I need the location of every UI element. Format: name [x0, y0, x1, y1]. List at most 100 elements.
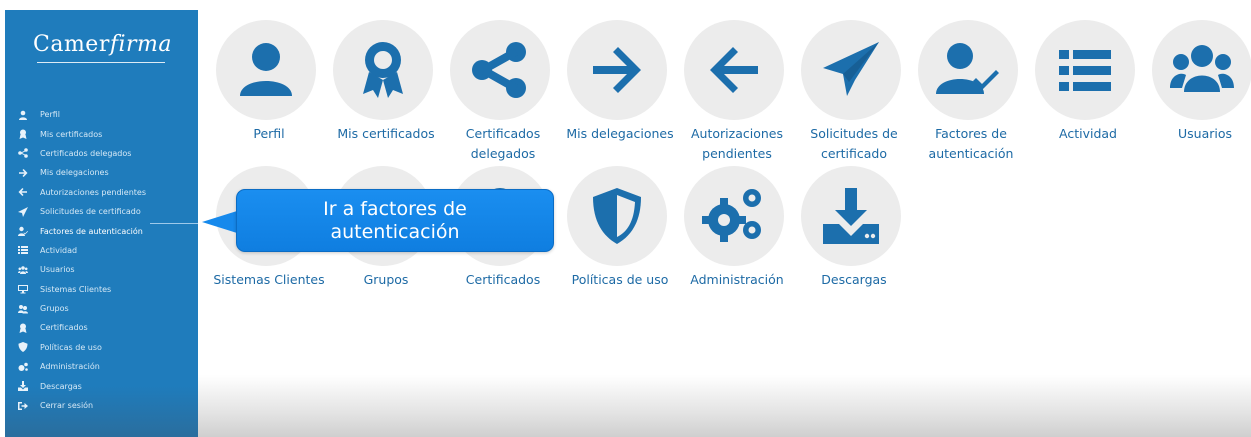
- tile-autorizaciones-pendientes[interactable]: Autorizaciones pendientes: [678, 20, 796, 161]
- desktop-icon: [17, 284, 29, 294]
- users-icon: [1170, 45, 1234, 92]
- tile-label-line1: Autorizaciones: [691, 126, 783, 141]
- sidebar-item-label: Políticas de uso: [40, 342, 102, 352]
- tile-solicitudes-certificado[interactable]: Solicitudes de certificado: [795, 20, 913, 161]
- award-icon: [363, 42, 403, 98]
- tile-label: Políticas de uso: [571, 272, 669, 287]
- sign-out-icon: [17, 401, 29, 411]
- bottom-fade: [198, 375, 1251, 437]
- sidebar-item-label: Administración: [40, 362, 100, 372]
- tile-certificados-delegados[interactable]: Certificados delegados: [444, 20, 562, 161]
- tooltip-line1: Ir a factores de: [323, 198, 467, 220]
- tile-label: Perfil: [253, 126, 285, 141]
- tile-icon-circle: [684, 20, 784, 120]
- users-icon: [17, 265, 29, 275]
- download-icon: [17, 381, 29, 392]
- sidebar-item-label: Factores de autenticación: [40, 226, 143, 236]
- tile-icon-circle: [684, 166, 784, 266]
- group-icon: [17, 304, 29, 314]
- sidebar-nav: Perfil Mis certificados Certificados del…: [17, 105, 193, 415]
- tile-factores-autenticacion[interactable]: Factores de autenticación: [912, 20, 1030, 161]
- tile-actividad[interactable]: Actividad: [1029, 20, 1147, 141]
- gears-icon: [702, 189, 761, 242]
- tile-descargas[interactable]: Descargas: [795, 166, 913, 287]
- tile-label: Mis certificados: [337, 126, 435, 141]
- arrow-right-icon: [593, 47, 641, 93]
- user-icon: [240, 43, 292, 96]
- sidebar-item-certificados[interactable]: Certificados: [17, 318, 193, 337]
- user-check-icon: [17, 226, 29, 237]
- tile-label: Autorizaciones pendientes: [672, 124, 802, 164]
- tile-label-line1: Certificados: [465, 126, 541, 141]
- tile-label: Administración: [690, 272, 784, 287]
- share-icon: [472, 42, 526, 98]
- pointer-line: [150, 223, 200, 224]
- tooltip-arrow: [202, 211, 237, 233]
- sidebar-item-administracion[interactable]: Administración: [17, 357, 193, 376]
- arrow-right-icon: [17, 168, 29, 178]
- user-check-icon: [936, 43, 999, 94]
- paper-plane-icon: [823, 42, 879, 96]
- tooltip-callout: Ir a factores de autenticación: [236, 189, 554, 252]
- tile-label: Actividad: [1059, 126, 1117, 141]
- tooltip-line2: autenticación: [330, 221, 460, 243]
- tile-perfil[interactable]: Perfil: [210, 20, 328, 141]
- sidebar-item-mis-delegaciones[interactable]: Mis delegaciones: [17, 163, 193, 182]
- sidebar-item-label: Solicitudes de certificado: [40, 207, 141, 217]
- sidebar-item-actividad[interactable]: Actividad: [17, 241, 193, 260]
- logo-suffix: firma: [109, 32, 173, 57]
- sidebar-item-mis-certificados[interactable]: Mis certificados: [17, 124, 193, 143]
- shield-icon: [593, 188, 641, 244]
- sidebar-item-label: Autorizaciones pendientes: [40, 187, 146, 197]
- gears-icon: [17, 362, 29, 372]
- sidebar-item-cerrar-sesion[interactable]: Cerrar sesión: [17, 396, 193, 415]
- tile-label-line2: pendientes: [702, 146, 772, 161]
- download-icon: [823, 188, 879, 244]
- tile-label-line2: autenticación: [928, 146, 1014, 161]
- tile-mis-delegaciones[interactable]: Mis delegaciones: [561, 20, 679, 141]
- tile-mis-certificados[interactable]: Mis certificados: [327, 20, 445, 141]
- camerfirma-logo: Camerfirma: [33, 32, 172, 57]
- sidebar-item-grupos[interactable]: Grupos: [17, 299, 193, 318]
- arrow-left-icon: [17, 187, 29, 197]
- user-icon: [17, 110, 29, 120]
- tile-label: Mis delegaciones: [566, 126, 674, 141]
- sidebar-item-usuarios[interactable]: Usuarios: [17, 260, 193, 279]
- sidebar-item-label: Certificados: [40, 323, 88, 333]
- sidebar-item-certificados-delegados[interactable]: Certificados delegados: [17, 144, 193, 163]
- sidebar-item-autorizaciones-pendientes[interactable]: Autorizaciones pendientes: [17, 183, 193, 202]
- sidebar-item-politicas-uso[interactable]: Políticas de uso: [17, 338, 193, 357]
- top-bar: [0, 0, 1251, 10]
- tile-icon-circle: [450, 20, 550, 120]
- sidebar-item-label: Sistemas Clientes: [40, 284, 112, 294]
- award-icon: [17, 129, 29, 140]
- logo-underline: [37, 62, 165, 63]
- tile-usuarios[interactable]: Usuarios: [1146, 20, 1251, 141]
- tile-icon-circle: [567, 20, 667, 120]
- tile-administracion[interactable]: Administración: [678, 166, 796, 287]
- tile-icon-circle: [1035, 20, 1135, 120]
- sidebar-item-solicitudes-certificado[interactable]: Solicitudes de certificado: [17, 202, 193, 221]
- list-icon: [17, 245, 29, 255]
- tile-politicas-uso[interactable]: Políticas de uso: [561, 166, 679, 287]
- sidebar-item-label: Grupos: [40, 304, 69, 314]
- sidebar-item-sistemas-clientes[interactable]: Sistemas Clientes: [17, 280, 193, 299]
- list-icon: [1059, 50, 1111, 91]
- sidebar-item-descargas[interactable]: Descargas: [17, 376, 193, 395]
- tile-label: Grupos: [363, 272, 409, 287]
- tile-label-line1: Factores de: [935, 126, 1007, 141]
- sidebar-item-label: Descargas: [40, 381, 82, 391]
- sidebar-item-label: Perfil: [40, 110, 61, 120]
- sidebar-item-label: Cerrar sesión: [40, 401, 94, 411]
- tile-label: Solicitudes de certificado: [789, 124, 919, 164]
- sidebar-item-perfil[interactable]: Perfil: [17, 105, 193, 124]
- shield-icon: [17, 342, 29, 353]
- tile-icon-circle: [216, 20, 316, 120]
- tile-label: Sistemas Clientes: [213, 272, 325, 287]
- sidebar-item-label: Mis delegaciones: [40, 168, 109, 178]
- share-icon: [17, 148, 29, 159]
- sidebar-item-label: Certificados delegados: [40, 148, 132, 158]
- tile-label-line2: certificado: [820, 146, 888, 161]
- tile-label-line1: Solicitudes de: [810, 126, 898, 141]
- sidebar-item-factores-autenticacion[interactable]: Factores de autenticación: [17, 221, 193, 240]
